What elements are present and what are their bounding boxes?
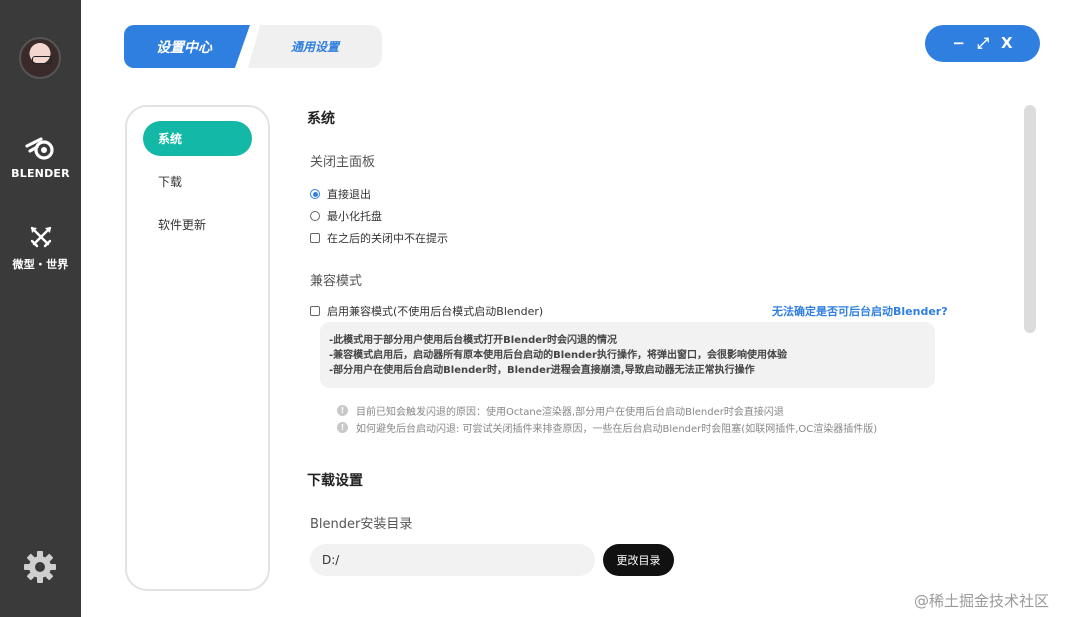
checkbox[interactable]	[310, 233, 320, 243]
blender-icon	[24, 137, 54, 160]
checkbox[interactable]	[310, 306, 320, 316]
option-label: 最小化托盘	[327, 210, 382, 223]
watermark: @稀土掘金技术社区	[914, 592, 1050, 610]
avatar[interactable]	[19, 37, 61, 79]
settings-nav: 系统 下载 软件更新	[125, 105, 270, 591]
tip-known-cause: ! 目前已知会触发闪退的原因：使用Octane渲染器,部分用户在使用后台启动Bl…	[337, 403, 784, 418]
maximize-icon[interactable]: ⤢	[977, 36, 989, 51]
tip-text: 如何避免后台启动闪退: 可尝试关闭插件来排查原因，一些在后台启动Blender时…	[356, 424, 878, 435]
rail-item-micro-world[interactable]: 微型・世界	[0, 224, 81, 272]
note-line: -部分用户在使用后台启动Blender时，Blender进程会直接崩溃,导致启动…	[329, 365, 755, 376]
compat-notes: -此模式用于部分用户使用后台模式打开Blender时会闪退的情况 -兼容模式启用…	[320, 322, 935, 388]
radio-button[interactable]	[310, 211, 320, 221]
crossed-swords-icon	[30, 226, 51, 248]
install-dir-input[interactable]	[310, 544, 595, 576]
option-enable-compat[interactable]: 启用兼容模式(不使用后台模式启动Blender)	[310, 303, 543, 319]
rail-item-blender[interactable]: BLENDER	[0, 135, 81, 180]
option-label: 启用兼容模式(不使用后台模式启动Blender)	[327, 305, 544, 318]
minimize-icon[interactable]: −	[952, 36, 965, 51]
tab-general-settings[interactable]: 通用设置	[248, 25, 382, 68]
note-line: -兼容模式启用后，启动器所有原本使用后台启动的Blender执行操作，将弹出窗口…	[329, 350, 787, 361]
help-link[interactable]: 无法确定是否可后台启动Blender?	[772, 303, 948, 319]
scrollbar[interactable]	[1024, 105, 1036, 333]
nav-item-download[interactable]: 下载	[143, 164, 252, 199]
option-exit-directly[interactable]: 直接退出	[310, 186, 371, 202]
change-dir-button[interactable]: 更改目录	[603, 544, 674, 576]
option-label: 直接退出	[327, 188, 371, 201]
exclamation-icon: !	[337, 405, 348, 416]
tab-settings-center[interactable]: 设置中心	[124, 25, 250, 68]
radio-button[interactable]	[310, 189, 320, 199]
section-title-download: 下载设置	[307, 473, 363, 489]
section-title-system: 系统	[307, 111, 335, 127]
gear-icon[interactable]	[23, 550, 57, 584]
install-dir-label: Blender安装目录	[310, 517, 413, 532]
tip-avoid-crash: ! 如何避免后台启动闪退: 可尝试关闭插件来排查原因，一些在后台启动Blende…	[337, 420, 877, 435]
compat-mode-title: 兼容模式	[310, 274, 363, 289]
option-minimize-tray[interactable]: 最小化托盘	[310, 208, 382, 224]
app-rail: BLENDER 微型・世界	[0, 0, 81, 617]
close-panel-title: 关闭主面板	[310, 155, 376, 170]
nav-item-software-update[interactable]: 软件更新	[143, 207, 252, 242]
rail-item-label: BLENDER	[11, 167, 70, 180]
option-dont-prompt[interactable]: 在之后的关闭中不在提示	[310, 230, 448, 246]
close-icon[interactable]: X	[1001, 36, 1013, 51]
option-label: 在之后的关闭中不在提示	[327, 232, 448, 245]
window-controls: − ⤢ X	[925, 25, 1040, 62]
tip-text: 目前已知会触发闪退的原因：使用Octane渲染器,部分用户在使用后台启动Blen…	[356, 407, 784, 418]
note-line: -此模式用于部分用户使用后台模式打开Blender时会闪退的情况	[329, 335, 617, 346]
nav-item-system[interactable]: 系统	[143, 121, 252, 156]
rail-item-label: 微型・世界	[12, 258, 69, 271]
exclamation-icon: !	[337, 422, 348, 433]
